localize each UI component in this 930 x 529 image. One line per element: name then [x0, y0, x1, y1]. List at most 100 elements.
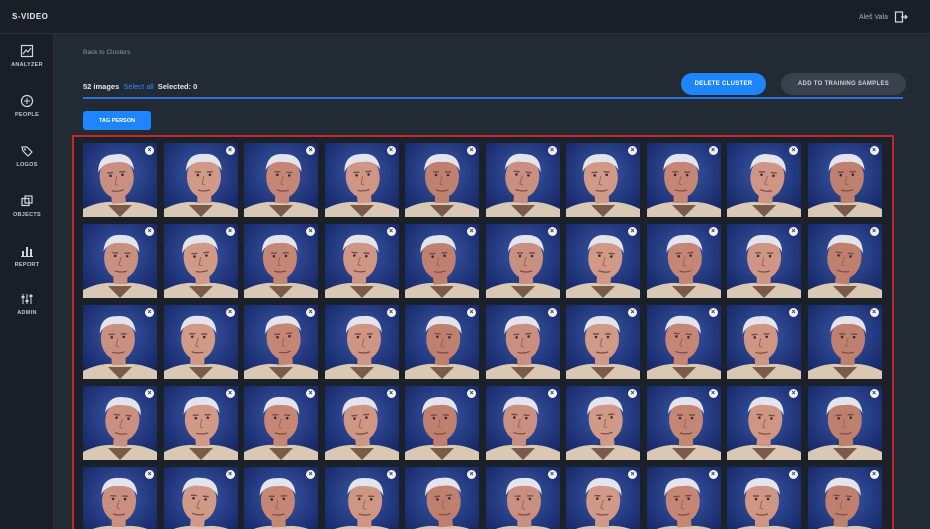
- remove-image-close-icon[interactable]: ×: [386, 389, 396, 398]
- face-thumbnail[interactable]: ×: [324, 467, 399, 529]
- face-thumbnail[interactable]: ×: [244, 224, 318, 298]
- face-thumbnail[interactable]: ×: [727, 143, 801, 217]
- remove-image-close-icon[interactable]: ×: [789, 146, 798, 155]
- face-thumbnail[interactable]: ×: [163, 386, 238, 460]
- remove-image-close-icon[interactable]: ×: [708, 146, 718, 155]
- sidebar-item-logos[interactable]: LOGOS: [0, 144, 54, 184]
- remove-image-close-icon[interactable]: ×: [467, 227, 476, 236]
- face-thumbnail[interactable]: ×: [244, 143, 318, 217]
- remove-image-close-icon[interactable]: ×: [547, 227, 557, 236]
- sidebar-item-people[interactable]: PEOPLE: [0, 94, 54, 134]
- face-thumbnail[interactable]: ×: [405, 305, 479, 379]
- face-thumbnail[interactable]: ×: [566, 143, 640, 217]
- remove-image-close-icon[interactable]: ×: [145, 227, 154, 236]
- remove-image-close-icon[interactable]: ×: [225, 389, 235, 398]
- face-thumbnail[interactable]: ×: [485, 305, 560, 379]
- remove-image-close-icon[interactable]: ×: [708, 308, 718, 317]
- face-thumbnail[interactable]: ×: [244, 386, 318, 460]
- remove-image-close-icon[interactable]: ×: [306, 227, 315, 236]
- remove-image-close-icon[interactable]: ×: [225, 146, 235, 155]
- remove-image-close-icon[interactable]: ×: [145, 389, 154, 398]
- remove-image-close-icon[interactable]: ×: [547, 146, 557, 155]
- select-all-link[interactable]: Select all: [123, 82, 153, 91]
- face-thumbnail[interactable]: ×: [83, 305, 157, 379]
- face-thumbnail[interactable]: ×: [83, 467, 157, 529]
- remove-image-close-icon[interactable]: ×: [467, 146, 476, 155]
- remove-image-close-icon[interactable]: ×: [789, 308, 798, 317]
- remove-image-close-icon[interactable]: ×: [628, 470, 637, 479]
- face-thumbnail[interactable]: ×: [485, 386, 560, 460]
- face-thumbnail[interactable]: ×: [163, 224, 238, 298]
- face-thumbnail[interactable]: ×: [646, 386, 721, 460]
- face-thumbnail[interactable]: ×: [244, 467, 318, 529]
- remove-image-close-icon[interactable]: ×: [628, 146, 637, 155]
- remove-image-close-icon[interactable]: ×: [386, 470, 396, 479]
- remove-image-close-icon[interactable]: ×: [789, 227, 798, 236]
- remove-image-close-icon[interactable]: ×: [225, 308, 235, 317]
- face-thumbnail[interactable]: ×: [163, 305, 238, 379]
- tag-person-button[interactable]: TAG PERSON: [83, 111, 151, 130]
- face-thumbnail[interactable]: ×: [646, 305, 721, 379]
- remove-image-close-icon[interactable]: ×: [225, 470, 235, 479]
- face-thumbnail[interactable]: ×: [566, 305, 640, 379]
- remove-image-close-icon[interactable]: ×: [869, 146, 879, 155]
- remove-image-close-icon[interactable]: ×: [306, 470, 315, 479]
- face-thumbnail[interactable]: ×: [566, 386, 640, 460]
- remove-image-close-icon[interactable]: ×: [145, 308, 154, 317]
- face-thumbnail[interactable]: ×: [83, 143, 157, 217]
- face-thumbnail[interactable]: ×: [405, 467, 479, 529]
- logout-icon[interactable]: [894, 10, 908, 24]
- face-thumbnail[interactable]: ×: [566, 467, 640, 529]
- remove-image-close-icon[interactable]: ×: [386, 227, 396, 236]
- face-thumbnail[interactable]: ×: [807, 143, 882, 217]
- app-logo[interactable]: S-VIDEO: [12, 12, 48, 21]
- sidebar-item-report[interactable]: REPORT: [0, 244, 54, 284]
- face-thumbnail[interactable]: ×: [646, 143, 721, 217]
- remove-image-close-icon[interactable]: ×: [306, 146, 315, 155]
- face-thumbnail[interactable]: ×: [83, 386, 157, 460]
- back-to-clusters-link[interactable]: Back to Clusters: [83, 49, 130, 56]
- remove-image-close-icon[interactable]: ×: [145, 470, 154, 479]
- face-thumbnail[interactable]: ×: [646, 224, 721, 298]
- remove-image-close-icon[interactable]: ×: [306, 389, 315, 398]
- face-thumbnail[interactable]: ×: [727, 224, 801, 298]
- face-thumbnail[interactable]: ×: [646, 467, 721, 529]
- remove-image-close-icon[interactable]: ×: [547, 308, 557, 317]
- remove-image-close-icon[interactable]: ×: [467, 389, 476, 398]
- remove-image-close-icon[interactable]: ×: [869, 227, 879, 236]
- face-thumbnail[interactable]: ×: [324, 224, 399, 298]
- remove-image-close-icon[interactable]: ×: [789, 389, 798, 398]
- remove-image-close-icon[interactable]: ×: [628, 389, 637, 398]
- remove-image-close-icon[interactable]: ×: [708, 227, 718, 236]
- face-thumbnail[interactable]: ×: [566, 224, 640, 298]
- face-thumbnail[interactable]: ×: [163, 467, 238, 529]
- remove-image-close-icon[interactable]: ×: [708, 470, 718, 479]
- face-thumbnail[interactable]: ×: [807, 467, 882, 529]
- face-thumbnail[interactable]: ×: [807, 224, 882, 298]
- sidebar-item-objects[interactable]: OBJECTS: [0, 194, 54, 234]
- remove-image-close-icon[interactable]: ×: [708, 389, 718, 398]
- face-thumbnail[interactable]: ×: [727, 305, 801, 379]
- remove-image-close-icon[interactable]: ×: [386, 308, 396, 317]
- face-thumbnail[interactable]: ×: [485, 224, 560, 298]
- remove-image-close-icon[interactable]: ×: [145, 146, 154, 155]
- user-name[interactable]: Aleš Vala: [859, 14, 888, 21]
- remove-image-close-icon[interactable]: ×: [628, 227, 637, 236]
- face-thumbnail[interactable]: ×: [405, 224, 479, 298]
- face-thumbnail[interactable]: ×: [405, 143, 479, 217]
- sidebar-item-analyzer[interactable]: ANALYZER: [0, 44, 54, 84]
- face-thumbnail[interactable]: ×: [727, 386, 801, 460]
- remove-image-close-icon[interactable]: ×: [225, 227, 235, 236]
- face-thumbnail[interactable]: ×: [807, 305, 882, 379]
- remove-image-close-icon[interactable]: ×: [789, 470, 798, 479]
- remove-image-close-icon[interactable]: ×: [467, 308, 476, 317]
- add-to-training-samples-button[interactable]: ADD TO TRAINING SAMPLES: [781, 73, 906, 95]
- remove-image-close-icon[interactable]: ×: [869, 470, 879, 479]
- face-thumbnail[interactable]: ×: [324, 386, 399, 460]
- remove-image-close-icon[interactable]: ×: [386, 146, 396, 155]
- remove-image-close-icon[interactable]: ×: [869, 308, 879, 317]
- sidebar-item-admin[interactable]: ADMIN: [0, 292, 54, 332]
- delete-cluster-button[interactable]: DELETE CLUSTER: [681, 73, 766, 95]
- face-thumbnail[interactable]: ×: [324, 143, 399, 217]
- face-thumbnail[interactable]: ×: [727, 467, 801, 529]
